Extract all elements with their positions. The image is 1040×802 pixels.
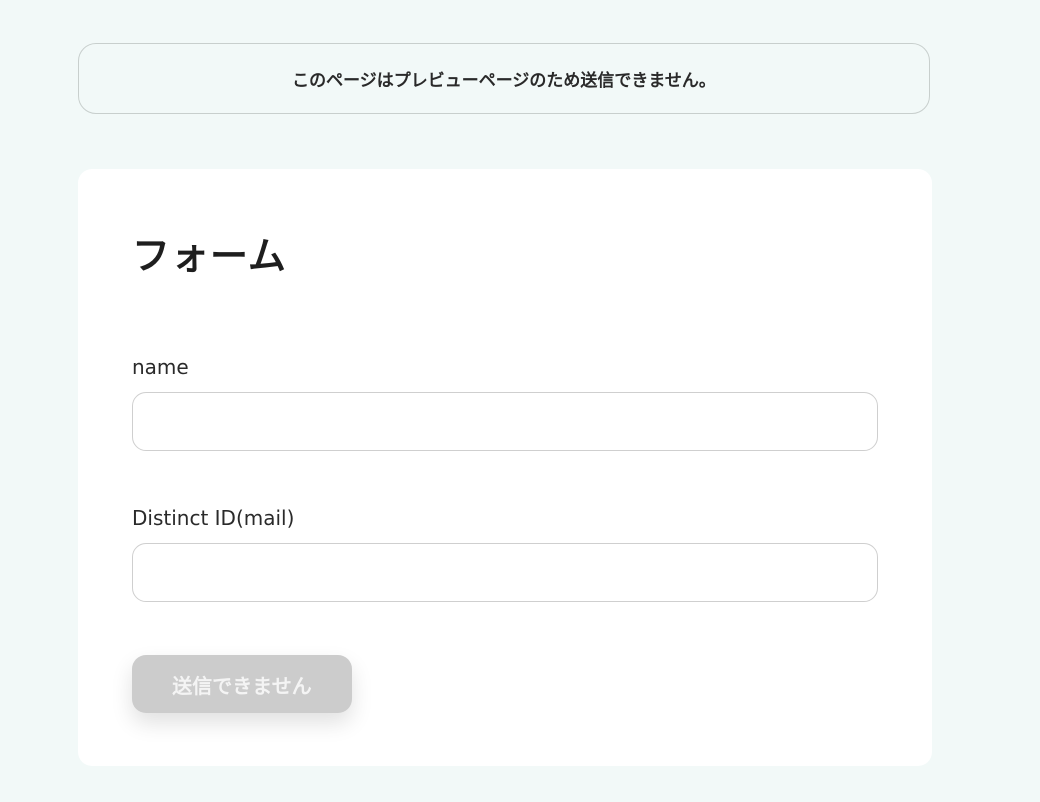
preview-notice-banner: このページはプレビューページのため送信できません。: [78, 43, 930, 114]
name-input[interactable]: [132, 392, 878, 451]
form-card: フォーム name Distinct ID(mail) 送信できません: [78, 169, 932, 766]
name-field-label: name: [132, 355, 189, 379]
distinct-id-mail-input[interactable]: [132, 543, 878, 602]
form-title: フォーム: [132, 234, 287, 278]
distinct-id-field-label: Distinct ID(mail): [132, 506, 295, 530]
submit-button[interactable]: 送信できません: [132, 655, 352, 713]
preview-notice-text: このページはプレビューページのため送信できません。: [292, 71, 716, 91]
